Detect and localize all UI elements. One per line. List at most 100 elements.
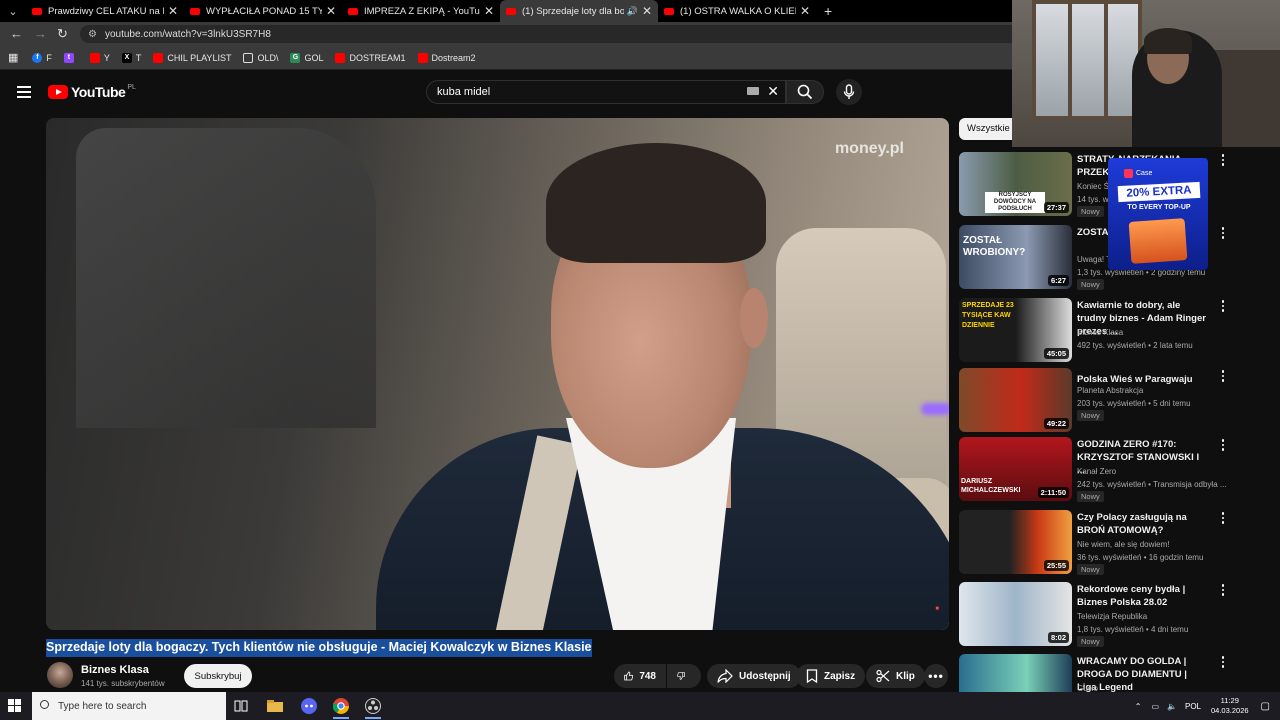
more-vertical-icon[interactable] bbox=[1219, 439, 1227, 453]
clear-search-icon[interactable]: ✕ bbox=[767, 83, 779, 100]
youtube-favicon-icon bbox=[506, 7, 516, 15]
speaker-icon[interactable]: 🔊 bbox=[627, 6, 638, 17]
more-vertical-icon[interactable] bbox=[1219, 227, 1227, 241]
promo-ad-overlay[interactable]: Case 20% EXTRA TO EVERY TOP-UP bbox=[1108, 158, 1208, 270]
youtube-favicon-icon bbox=[664, 7, 674, 15]
obs-icon[interactable] bbox=[362, 696, 384, 719]
task-view-icon[interactable] bbox=[230, 696, 252, 716]
recommended-video[interactable]: DARIUSZ MICHALCZEWSKI 2:11:50 GODZINA ZE… bbox=[959, 437, 1275, 503]
video-thumbnail[interactable]: 25:55 bbox=[959, 510, 1072, 574]
youtube-favicon-icon bbox=[348, 7, 358, 15]
channel-name[interactable]: Gucio bbox=[1077, 684, 1098, 692]
share-button[interactable]: Udostępnij bbox=[707, 664, 801, 688]
apps-grid-icon[interactable]: ▦ bbox=[8, 51, 18, 64]
more-vertical-icon[interactable] bbox=[1219, 370, 1227, 384]
channel-name[interactable]: Biznes Klasa bbox=[81, 664, 149, 676]
close-tab-icon[interactable]: ✕ bbox=[484, 4, 494, 18]
video-thumbnail[interactable]: 49:22 bbox=[959, 368, 1072, 432]
more-actions-button[interactable]: ••• bbox=[924, 664, 948, 688]
site-info-icon[interactable]: ⚙ bbox=[88, 29, 97, 40]
scissors-icon bbox=[876, 669, 890, 683]
browser-tab[interactable]: WYPŁACIŁA PONAD 15 TYSIĘCY ✕ bbox=[184, 0, 342, 22]
browser-tab[interactable]: (1) OSTRA WALKA O KLIENTA, C ✕ bbox=[658, 0, 816, 22]
video-title[interactable]: Polska Wieś w Paragwaju bbox=[1077, 373, 1207, 386]
tray-chevron-icon[interactable]: ⌃ bbox=[1135, 702, 1142, 711]
bookmark-gol[interactable]: G GOL bbox=[290, 52, 323, 63]
file-explorer-icon[interactable] bbox=[264, 696, 286, 716]
keyboard-icon[interactable] bbox=[747, 87, 759, 95]
new-tab-button[interactable]: + bbox=[816, 3, 832, 19]
bookmark-x[interactable]: XT bbox=[121, 52, 141, 63]
recommended-video[interactable]: SPRZEDAJE 23 TYSIĄCE KAW DZIENNIE 45:05 … bbox=[959, 298, 1275, 364]
network-icon[interactable]: ▭ bbox=[1151, 702, 1159, 711]
recommended-video[interactable]: 8:02 Rekordowe ceny bydła | Biznes Polsk… bbox=[959, 582, 1275, 648]
channel-avatar[interactable] bbox=[47, 662, 73, 688]
close-tab-icon[interactable]: ✕ bbox=[800, 4, 810, 18]
bookmark-facebook[interactable]: fF bbox=[32, 52, 52, 63]
close-tab-icon[interactable]: ✕ bbox=[642, 4, 652, 18]
notifications-icon[interactable]: ▢ bbox=[1261, 701, 1270, 712]
channel-name[interactable]: Biznes Klasa bbox=[1077, 328, 1123, 337]
url-field[interactable]: ⚙ youtube.com/watch?v=3lnkU3SR7H8 bbox=[80, 25, 1020, 43]
youtube-logo[interactable]: YouTube PL bbox=[48, 84, 136, 100]
close-tab-icon[interactable]: ✕ bbox=[326, 4, 336, 18]
channel-name[interactable]: Planeta Abstrakcja bbox=[1077, 386, 1143, 395]
tab-search-icon[interactable]: ⌄ bbox=[0, 0, 26, 22]
search-input[interactable]: kuba midel ✕ bbox=[426, 80, 786, 104]
bookmark-chil-playlist[interactable]: CHIL PLAYLIST bbox=[153, 52, 231, 63]
menu-hamburger-icon[interactable] bbox=[17, 86, 31, 101]
more-vertical-icon[interactable] bbox=[1219, 154, 1227, 168]
voice-search-button[interactable] bbox=[836, 79, 862, 105]
more-vertical-icon[interactable] bbox=[1219, 656, 1227, 670]
bookmark-dostream1[interactable]: DOSTREAM1 bbox=[335, 52, 406, 63]
browser-tab[interactable]: IMPREZA Z EKIPĄ - YouTube ✕ bbox=[342, 0, 500, 22]
video-title[interactable]: Rekordowe ceny bydła | Biznes Polska 28.… bbox=[1077, 583, 1207, 609]
video-thumbnail[interactable]: ZOSTAŁ WROBIONY? 6:27 bbox=[959, 225, 1072, 289]
channel-name[interactable]: Kanał Zero bbox=[1077, 467, 1116, 476]
clock[interactable]: 11:29 04.03.2026 bbox=[1211, 696, 1249, 716]
video-thumbnail[interactable] bbox=[959, 654, 1072, 692]
more-vertical-icon[interactable] bbox=[1219, 512, 1227, 526]
close-tab-icon[interactable]: ✕ bbox=[168, 4, 178, 18]
video-thumbnail[interactable]: 8:02 bbox=[959, 582, 1072, 646]
discord-icon[interactable] bbox=[298, 696, 320, 716]
dislike-button[interactable] bbox=[667, 664, 701, 688]
bookmark-folder-old[interactable]: OLD\ bbox=[243, 52, 278, 63]
back-arrow-icon[interactable]: ← bbox=[10, 26, 23, 41]
reload-icon[interactable]: ↻ bbox=[57, 26, 68, 42]
taskbar-search-input[interactable]: Type here to search bbox=[32, 692, 226, 720]
clip-button[interactable]: Klip bbox=[866, 664, 925, 688]
like-button[interactable]: 748 bbox=[614, 664, 666, 688]
more-vertical-icon[interactable] bbox=[1219, 300, 1227, 314]
forward-arrow-icon[interactable]: → bbox=[34, 26, 47, 41]
subscribe-button[interactable]: Subskrybuj bbox=[184, 664, 252, 688]
facebook-icon: f bbox=[32, 52, 43, 63]
bookmark-twitch[interactable]: t bbox=[63, 52, 78, 63]
browser-tab[interactable]: Prawdziwy CEL ATAKU na IRAN ✕ bbox=[26, 0, 184, 22]
browser-tab-active[interactable]: (1) Sprzedaje loty dla bogaczy🔊 ✕ bbox=[500, 0, 658, 22]
windows-start-icon[interactable] bbox=[8, 699, 22, 713]
video-thumbnail[interactable]: SPRZEDAJE 23 TYSIĄCE KAW DZIENNIE 45:05 bbox=[959, 298, 1072, 362]
recommended-video[interactable]: WRACAMY DO GOLDA | DROGA DO DIAMENTU | L… bbox=[959, 654, 1275, 692]
video-player[interactable]: money.pl ■ bbox=[46, 118, 949, 630]
recommended-video[interactable]: 49:22 Polska Wieś w Paragwaju Planeta Ab… bbox=[959, 368, 1275, 434]
volume-icon[interactable]: 🔈 bbox=[1167, 702, 1177, 711]
bookmark-youtube[interactable]: Y bbox=[89, 52, 110, 63]
channel-name[interactable]: Telewizja Republika bbox=[1077, 612, 1147, 621]
tab-title: IMPREZA Z EKIPĄ - YouTube bbox=[364, 5, 480, 17]
filter-chip-all[interactable]: Wszystkie bbox=[959, 118, 1018, 140]
video-thumbnail[interactable]: DARIUSZ MICHALCZEWSKI 2:11:50 bbox=[959, 437, 1072, 501]
video-title[interactable]: Czy Polacy zasługują na BROŃ ATOMOWĄ? bbox=[1077, 511, 1207, 537]
search-button[interactable] bbox=[786, 80, 824, 104]
channel-name[interactable]: Nie wiem, ale się dowiem! bbox=[1077, 540, 1169, 549]
bookmark-dostream2[interactable]: Dostream2 bbox=[417, 52, 476, 63]
save-button[interactable]: Zapisz bbox=[796, 664, 866, 688]
chrome-icon[interactable] bbox=[330, 696, 352, 719]
language-indicator[interactable]: POL bbox=[1185, 702, 1201, 711]
ad-headline: 20% EXTRA bbox=[1117, 181, 1201, 203]
video-duration: 8:02 bbox=[1047, 632, 1069, 643]
recommended-video[interactable]: 25:55 Czy Polacy zasługują na BROŃ ATOMO… bbox=[959, 510, 1275, 576]
more-vertical-icon[interactable] bbox=[1219, 584, 1227, 598]
gol-icon: G bbox=[290, 52, 301, 63]
video-thumbnail[interactable]: ROSYJSCY DOWÓDCY NA PODSŁUCH 27:37 bbox=[959, 152, 1072, 216]
